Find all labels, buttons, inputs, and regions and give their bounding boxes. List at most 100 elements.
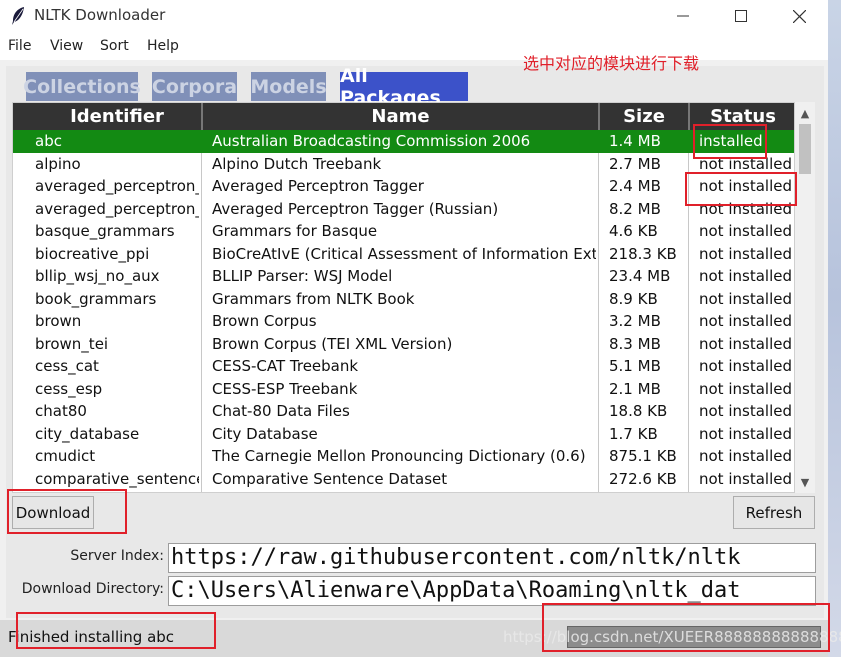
cell-status: not installed: [699, 267, 792, 285]
table-row[interactable]: cess_cat CESS-CAT Treebank 5.1 MB not insta…: [13, 355, 794, 378]
cell-size: 2.4 MB: [609, 177, 661, 195]
scrollbar-thumb[interactable]: [799, 124, 811, 174]
download-directory-label: Download Directory:: [21, 581, 164, 597]
scroll-up-icon[interactable]: ▲: [795, 104, 815, 122]
table-row[interactable]: cmudict The Carnegie Mellon Pronouncing D…: [13, 445, 794, 468]
cell-identifier: city_database: [35, 424, 140, 443]
cell-identifier: biocreative_ppi: [35, 244, 150, 263]
annotation-box-progress: [542, 603, 830, 652]
cell-name: Grammars for Basque: [212, 222, 378, 240]
table-row[interactable]: bllip_wsj_no_aux BLLIP Parser: WSJ Model 2…: [13, 265, 794, 288]
cell-status: not installed: [699, 222, 792, 240]
maximize-button[interactable]: [712, 0, 770, 32]
cell-status: not installed: [699, 244, 792, 263]
table-row[interactable]: brown_tei Brown Corpus (TEI XML Version) 8…: [13, 333, 794, 356]
table-row[interactable]: comparative_sentences Comparative Sentenc…: [13, 468, 794, 491]
annotation-box-installed: [693, 124, 767, 159]
annotation-box-status: [16, 612, 216, 649]
cell-name: City Database: [212, 424, 318, 443]
server-index-input[interactable]: https://raw.githubusercontent.com/nltk/n…: [168, 543, 816, 573]
table-row[interactable]: averaged_perceptron_t Averaged Perceptron…: [13, 198, 794, 221]
table-row[interactable]: cess_esp CESS-ESP Treebank 2.1 MB not insta…: [13, 378, 794, 401]
tab-models[interactable]: Models: [250, 72, 327, 101]
cell-identifier: chat80: [35, 402, 87, 420]
cell-name: BLLIP Parser: WSJ Model: [212, 267, 393, 285]
column-header-name[interactable]: Name: [201, 103, 598, 130]
table-row[interactable]: brown Brown Corpus 3.2 MB not installed: [13, 310, 794, 333]
feather-icon: [12, 7, 24, 25]
annotation-box-not-installed: [685, 172, 797, 206]
cell-status: not installed: [699, 447, 792, 465]
cell-identifier: comparative_sentences: [35, 469, 199, 488]
close-button[interactable]: [770, 0, 828, 32]
table-row[interactable]: biocreative_ppi BioCreAtIvE (Critical Ass…: [13, 243, 794, 266]
table-row[interactable]: averaged_perceptron_t Averaged Perceptron…: [13, 175, 794, 198]
cell-name: Alpino Dutch Treebank: [212, 154, 382, 173]
cell-name: Averaged Perceptron Tagger: [212, 177, 424, 195]
menu-help[interactable]: Help: [147, 38, 179, 54]
cell-status: not installed: [699, 334, 792, 353]
cell-name: Brown Corpus: [212, 312, 317, 330]
tab-collections[interactable]: Collections: [23, 72, 141, 101]
cell-identifier: averaged_perceptron_t: [35, 177, 199, 195]
cell-status: not installed: [699, 469, 792, 488]
title-bar: NLTK Downloader: [0, 0, 828, 32]
cell-size: 23.4 MB: [609, 267, 671, 285]
cell-identifier: abc: [35, 132, 62, 150]
cell-status: not installed: [699, 424, 792, 443]
cell-identifier: brown_tei: [35, 334, 109, 353]
cell-size: 2.1 MB: [609, 379, 661, 398]
cell-identifier: brown: [35, 312, 82, 330]
cell-name: Comparative Sentence Dataset: [212, 469, 448, 488]
tab-corpora[interactable]: Corpora: [152, 72, 237, 101]
close-icon: [792, 9, 806, 23]
cell-name: BioCreAtIvE (Critical Assessment of Info…: [212, 244, 596, 263]
cell-identifier: basque_grammars: [35, 222, 175, 240]
cell-name: Grammars from NLTK Book: [212, 289, 415, 308]
cell-size: 8.9 KB: [609, 289, 658, 308]
cell-size: 218.3 KB: [609, 244, 677, 263]
desktop-background: [828, 0, 841, 657]
cell-size: 5.1 MB: [609, 357, 661, 375]
table-row[interactable]: basque_grammars Grammars for Basque 4.6 KB…: [13, 220, 794, 243]
cell-size: 8.3 MB: [609, 334, 661, 353]
cell-name: CESS-ESP Treebank: [212, 379, 358, 398]
table-header: Identifier Name Size Status: [13, 103, 794, 130]
menu-sort[interactable]: Sort: [100, 38, 129, 54]
cell-name: Australian Broadcasting Commission 2006: [212, 132, 531, 150]
tab-all-packages[interactable]: All Packages: [340, 65, 468, 109]
cell-size: 875.1 KB: [609, 447, 677, 465]
menu-file[interactable]: File: [8, 38, 31, 54]
scroll-down-icon[interactable]: ▼: [795, 473, 815, 491]
cell-identifier: book_grammars: [35, 289, 157, 308]
nltk-downloader-window: NLTK Downloader File View Sort Help 选中对应…: [0, 0, 841, 657]
cell-name: Brown Corpus (TEI XML Version): [212, 334, 453, 353]
cell-size: 8.2 MB: [609, 199, 661, 218]
column-header-identifier[interactable]: Identifier: [23, 103, 211, 130]
refresh-button[interactable]: Refresh: [733, 496, 815, 529]
table-scrollbar[interactable]: ▲ ▼: [795, 102, 815, 493]
cell-status: not installed: [699, 402, 792, 420]
cell-identifier: cmudict: [35, 447, 96, 465]
table-row[interactable]: chat80 Chat-80 Data Files 18.8 KB not insta…: [13, 400, 794, 423]
cell-name: CESS-CAT Treebank: [212, 357, 359, 375]
table-row[interactable]: city_database City Database 1.7 KB not inst…: [13, 423, 794, 446]
server-index-label: Server Index:: [70, 548, 164, 564]
cell-size: 272.6 KB: [609, 469, 677, 488]
table-row[interactable]: book_grammars Grammars from NLTK Book 8.9 …: [13, 288, 794, 311]
minimize-icon: [677, 15, 689, 17]
table-row[interactable]: alpino Alpino Dutch Treebank 2.7 MB not ins…: [13, 153, 794, 176]
cell-name: Chat-80 Data Files: [212, 402, 350, 420]
cell-status: not installed: [699, 357, 792, 375]
cell-status: not installed: [699, 312, 792, 330]
cell-identifier: averaged_perceptron_t: [35, 199, 199, 218]
menu-view[interactable]: View: [50, 38, 83, 54]
download-directory-input[interactable]: C:\Users\Alienware\AppData\Roaming\nltk_…: [168, 576, 816, 606]
minimize-button[interactable]: [654, 0, 712, 32]
column-header-size[interactable]: Size: [598, 103, 688, 130]
table-row[interactable]: abc Australian Broadcasting Commission 20…: [13, 130, 794, 153]
annotation-box-download: [7, 489, 127, 534]
cell-name: The Carnegie Mellon Pronouncing Dictiona…: [212, 447, 586, 465]
annotation-text: 选中对应的模块进行下载: [523, 54, 700, 73]
cell-size: 4.6 KB: [609, 222, 658, 240]
